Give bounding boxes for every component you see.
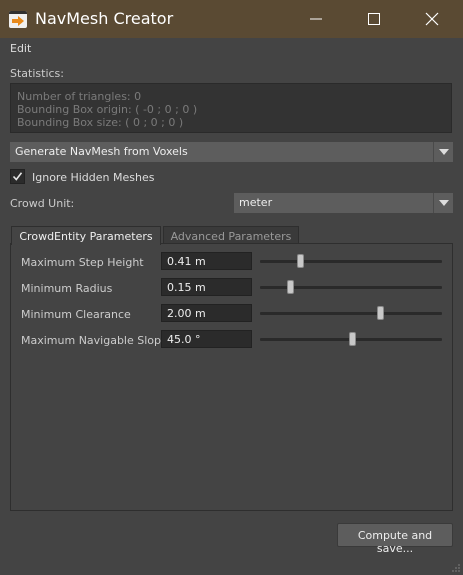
tab-crowdentity-parameters[interactable]: CrowdEntity Parameters bbox=[11, 226, 161, 245]
crowd-unit-label: Crowd Unit: bbox=[10, 197, 75, 210]
compute-and-save-button[interactable]: Compute and save... bbox=[337, 523, 453, 555]
stat-bbox-size: Bounding Box size: ( 0 ; 0 ; 0 ) bbox=[17, 116, 184, 129]
statistics-label: Statistics: bbox=[10, 67, 64, 80]
min-radius-field[interactable]: 0.15 m bbox=[161, 278, 252, 296]
minimize-button[interactable] bbox=[287, 0, 345, 38]
statistics-box: Number of triangles: 0 Bounding Box orig… bbox=[10, 83, 452, 133]
step-height-slider[interactable] bbox=[260, 254, 442, 268]
slider-handle[interactable] bbox=[377, 306, 384, 320]
checkmark-icon bbox=[12, 172, 23, 181]
slider-handle[interactable] bbox=[349, 332, 356, 346]
param-label-min-radius: Minimum Radius bbox=[21, 282, 113, 295]
slider-handle[interactable] bbox=[297, 254, 304, 268]
param-label-step-height: Maximum Step Height bbox=[21, 256, 144, 269]
stat-triangles: Number of triangles: 0 bbox=[17, 90, 142, 103]
window-title: NavMesh Creator bbox=[35, 9, 174, 28]
min-clearance-slider[interactable] bbox=[260, 306, 442, 320]
dropdown-arrow[interactable] bbox=[433, 142, 453, 162]
close-button[interactable] bbox=[403, 0, 461, 38]
minimize-icon bbox=[310, 18, 322, 20]
slider-handle[interactable] bbox=[287, 280, 294, 294]
chevron-down-icon bbox=[439, 200, 449, 206]
resize-grip-icon[interactable] bbox=[451, 563, 461, 573]
step-height-field[interactable]: 0.41 m bbox=[161, 252, 252, 270]
crowd-unit-selected: meter bbox=[239, 196, 273, 209]
close-icon bbox=[425, 12, 439, 26]
method-dropdown[interactable]: Generate NavMesh from Voxels bbox=[10, 142, 453, 162]
tab-advanced-parameters[interactable]: Advanced Parameters bbox=[163, 226, 299, 244]
title-bar[interactable]: NavMesh Creator bbox=[0, 0, 463, 38]
min-radius-slider[interactable] bbox=[260, 280, 442, 294]
ignore-hidden-label: Ignore Hidden Meshes bbox=[32, 171, 155, 184]
param-label-max-slope: Maximum Navigable Slope bbox=[21, 334, 168, 347]
ignore-hidden-checkbox[interactable] bbox=[10, 169, 25, 184]
maximize-icon bbox=[368, 13, 380, 25]
navmesh-app-icon bbox=[9, 11, 27, 28]
stat-bbox-origin: Bounding Box origin: ( -0 ; 0 ; 0 ) bbox=[17, 103, 198, 116]
crowd-unit-dropdown[interactable]: meter bbox=[234, 193, 453, 213]
method-selected: Generate NavMesh from Voxels bbox=[15, 145, 188, 158]
menu-edit[interactable]: Edit bbox=[10, 42, 31, 55]
dropdown-arrow[interactable] bbox=[433, 193, 453, 213]
maximize-button[interactable] bbox=[345, 0, 403, 38]
max-slope-field[interactable]: 45.0 ° bbox=[161, 330, 252, 348]
param-label-min-clearance: Minimum Clearance bbox=[21, 308, 131, 321]
chevron-down-icon bbox=[439, 149, 449, 155]
min-clearance-field[interactable]: 2.00 m bbox=[161, 304, 252, 322]
max-slope-slider[interactable] bbox=[260, 332, 442, 346]
